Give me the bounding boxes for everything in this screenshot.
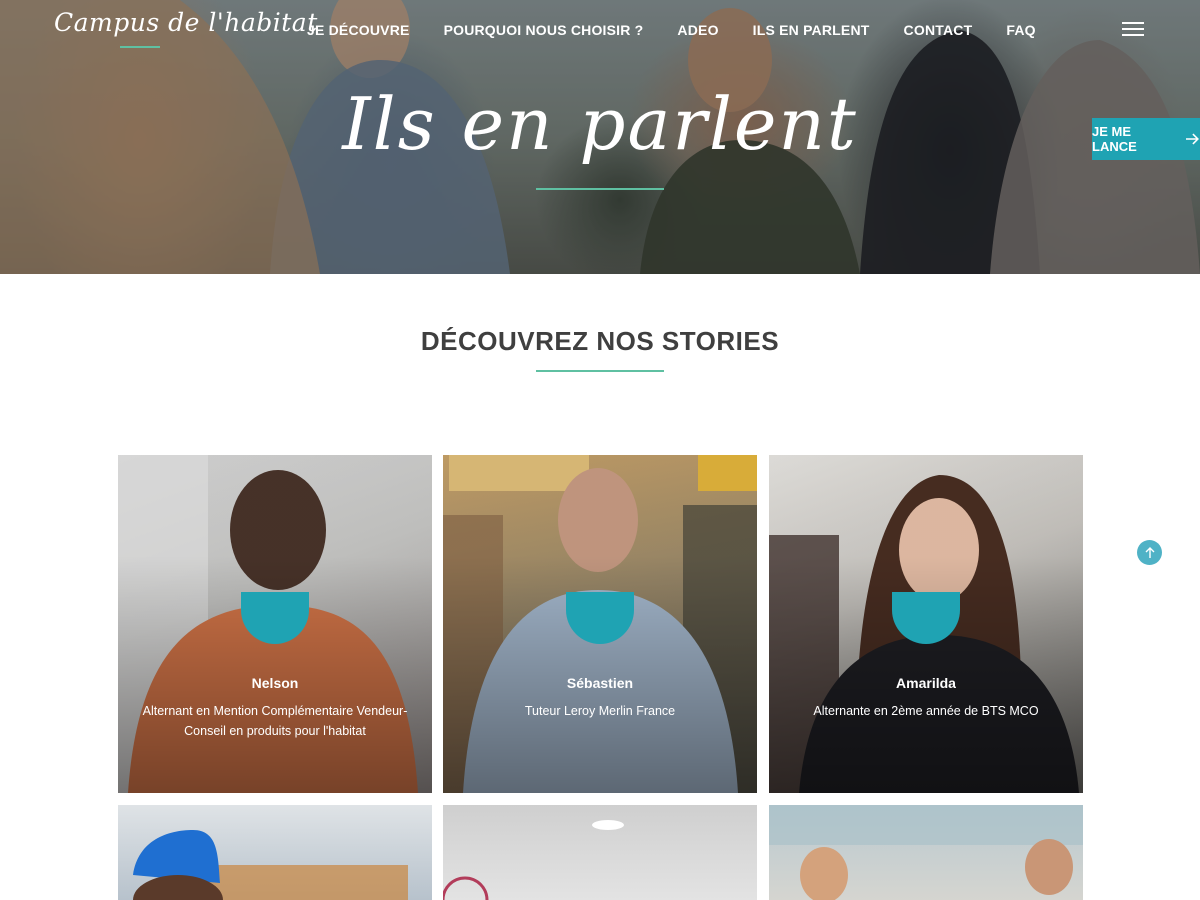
- section-title-underline: [536, 370, 664, 372]
- story-card[interactable]: [769, 805, 1083, 900]
- story-card-sebastien[interactable]: Sébastien Tuteur Leroy Merlin France: [443, 455, 757, 793]
- nav-item-ils-en-parlent[interactable]: ILS EN PARLENT: [753, 22, 870, 38]
- story-role: Alternante en 2ème année de BTS MCO: [813, 704, 1039, 718]
- story-card[interactable]: [443, 805, 757, 900]
- story-role: Alternant en Mention Complémentaire Vend…: [142, 704, 408, 738]
- story-name: Nelson: [251, 675, 299, 691]
- nav-item-adeo[interactable]: ADEO: [677, 22, 718, 38]
- hero-banner: Campus de l'habitat JE DÉCOUVRE POURQUOI…: [0, 0, 1200, 274]
- nav-item-faq[interactable]: FAQ: [1006, 22, 1035, 38]
- scroll-to-top-button[interactable]: [1137, 540, 1162, 565]
- logo-underline: [120, 46, 160, 48]
- nav-item-je-decouvre[interactable]: JE DÉCOUVRE: [307, 22, 410, 38]
- hamburger-icon[interactable]: [1122, 22, 1144, 38]
- site-logo[interactable]: Campus de l'habitat: [54, 8, 318, 37]
- cta-label: JE ME LANCE: [1092, 124, 1137, 154]
- story-photo: [133, 830, 408, 900]
- story-card-amarilda[interactable]: Amarilda Alternante en 2ème année de BTS…: [769, 455, 1083, 793]
- nav-item-pourquoi-nous-choisir[interactable]: POURQUOI NOUS CHOISIR ?: [444, 22, 644, 38]
- hero-title-underline: [536, 188, 664, 190]
- story-photo: [443, 820, 624, 900]
- nav-item-contact[interactable]: CONTACT: [904, 22, 973, 38]
- story-role: Tuteur Leroy Merlin France: [524, 704, 676, 718]
- main-nav: JE DÉCOUVRE POURQUOI NOUS CHOISIR ? ADEO…: [307, 22, 1070, 38]
- story-card[interactable]: [118, 805, 432, 900]
- je-me-lance-button[interactable]: JE ME LANCE: [1092, 118, 1200, 160]
- hero-title: Ils en parlent: [342, 82, 858, 166]
- story-name: Sébastien: [566, 675, 634, 691]
- story-photo: [769, 805, 1083, 900]
- arrow-up-icon: [1145, 546, 1154, 558]
- arrow-right-icon: [1186, 133, 1200, 145]
- story-card-nelson[interactable]: Nelson Alternant en Mention Complémentai…: [118, 455, 432, 793]
- story-name: Amarilda: [896, 675, 956, 691]
- section-title: DÉCOUVREZ NOS STORIES: [420, 326, 780, 356]
